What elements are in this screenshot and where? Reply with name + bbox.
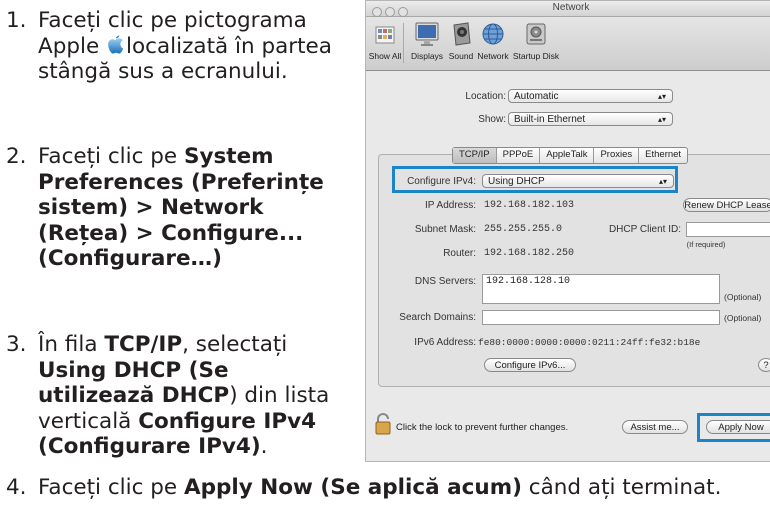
step-text-bold: TCP/IP bbox=[104, 332, 183, 357]
toolbar-separator bbox=[403, 23, 404, 63]
step-text: . bbox=[260, 434, 268, 459]
step-text: , selectați bbox=[182, 332, 288, 357]
tab-pppoe[interactable]: PPPoE bbox=[497, 148, 541, 163]
toolbar-label: Startup Disk bbox=[512, 51, 560, 61]
lock-icon[interactable] bbox=[375, 413, 391, 435]
ipv6-address-label: IPv6 Address: bbox=[414, 337, 476, 348]
toolbar: Show All Displays Sound Network Startup … bbox=[366, 17, 770, 71]
ip-address-value: 192.168.182.103 bbox=[484, 200, 575, 211]
router-value: 192.168.182.250 bbox=[484, 248, 575, 259]
apply-now-highlight bbox=[697, 413, 770, 442]
startup-disk-icon bbox=[526, 23, 546, 45]
toolbar-label: Network bbox=[477, 51, 509, 61]
subnet-mask-value: 255.255.255.0 bbox=[484, 224, 563, 235]
renew-dhcp-lease-button[interactable]: Renew DHCP Lease bbox=[683, 198, 770, 212]
if-required-hint: (If required) bbox=[686, 240, 726, 249]
tab-bar: TCP/IP PPPoE AppleTalk Proxies Ethernet bbox=[452, 147, 689, 164]
step-number: 4. bbox=[6, 475, 27, 500]
location-label: Location: bbox=[465, 91, 506, 102]
show-label: Show: bbox=[478, 114, 506, 125]
toolbar-network[interactable]: Network bbox=[474, 19, 512, 61]
toolbar-label: Sound bbox=[448, 51, 474, 61]
step-text: Faceți clic pe bbox=[38, 144, 184, 169]
step-text-bold: Apply Now (Se aplică acum) bbox=[184, 475, 522, 500]
dns-servers-value: 192.168.128.10 bbox=[486, 276, 571, 287]
tab-appletalk[interactable]: AppleTalk bbox=[540, 148, 595, 163]
tab-proxies[interactable]: Proxies bbox=[594, 148, 640, 163]
displays-icon bbox=[415, 22, 439, 46]
step-number: 1. bbox=[6, 8, 27, 33]
subnet-mask-label: Subnet Mask: bbox=[414, 224, 476, 235]
assist-me-button[interactable]: Assist me... bbox=[622, 420, 688, 434]
step-text-bold: Using DHCP (Se utilizează DHCP bbox=[38, 357, 230, 409]
optional-hint: (Optional) bbox=[724, 313, 762, 323]
dhcp-client-id-field[interactable] bbox=[686, 222, 770, 237]
toolbar-startup-disk[interactable]: Startup Disk bbox=[510, 19, 562, 61]
step-number: 2. bbox=[6, 144, 27, 169]
configure-ipv6-button[interactable]: Configure IPv6... bbox=[484, 358, 576, 372]
dns-servers-field[interactable]: 192.168.128.10 bbox=[482, 274, 720, 304]
toolbar-label: Displays bbox=[410, 51, 444, 61]
window-title: Network bbox=[552, 2, 590, 13]
title-bar[interactable]: Network bbox=[366, 1, 770, 17]
router-label: Router: bbox=[443, 248, 476, 259]
optional-hint: (Optional) bbox=[724, 292, 762, 302]
show-popup[interactable]: Built-in Ethernet ▴▾ bbox=[508, 112, 673, 126]
apple-icon bbox=[108, 35, 124, 54]
location-value: Automatic bbox=[514, 91, 559, 102]
dhcp-client-id-label: DHCP Client ID: bbox=[608, 224, 681, 235]
show-value: Built-in Ethernet bbox=[514, 114, 586, 125]
ipv6-address-value: fe80:0000:0000:0000:0211:24ff:fe32:b18e bbox=[478, 337, 701, 348]
show-all-icon bbox=[375, 26, 395, 44]
location-popup[interactable]: Automatic ▴▾ bbox=[508, 89, 673, 103]
toolbar-label: Show All bbox=[368, 51, 402, 61]
configure-ipv4-highlight bbox=[392, 166, 678, 193]
toolbar-displays[interactable]: Displays bbox=[408, 19, 446, 61]
search-domains-field[interactable] bbox=[482, 310, 720, 325]
popup-arrows-icon: ▴▾ bbox=[657, 92, 666, 101]
toolbar-sound[interactable]: Sound bbox=[446, 19, 476, 61]
tab-tcp-ip[interactable]: TCP/IP bbox=[453, 148, 497, 163]
toolbar-show-all[interactable]: Show All bbox=[368, 19, 402, 61]
sound-icon bbox=[453, 22, 471, 46]
network-preferences-window: Network Show All Displays Sound Network … bbox=[365, 0, 770, 462]
step-text: Faceți clic pe bbox=[38, 475, 184, 500]
step-number: 3. bbox=[6, 332, 27, 357]
lock-message: Click the lock to prevent further change… bbox=[396, 422, 569, 433]
popup-arrows-icon: ▴▾ bbox=[657, 115, 666, 124]
step-text: În fila bbox=[38, 332, 105, 357]
tab-ethernet[interactable]: Ethernet bbox=[639, 148, 687, 163]
network-icon bbox=[482, 23, 504, 45]
step-text: când ați terminat. bbox=[521, 475, 722, 500]
dns-servers-label: DNS Servers: bbox=[414, 276, 476, 287]
help-button[interactable]: ? bbox=[758, 358, 770, 372]
ip-address-label: IP Address: bbox=[425, 200, 476, 211]
search-domains-label: Search Domains: bbox=[399, 312, 476, 323]
